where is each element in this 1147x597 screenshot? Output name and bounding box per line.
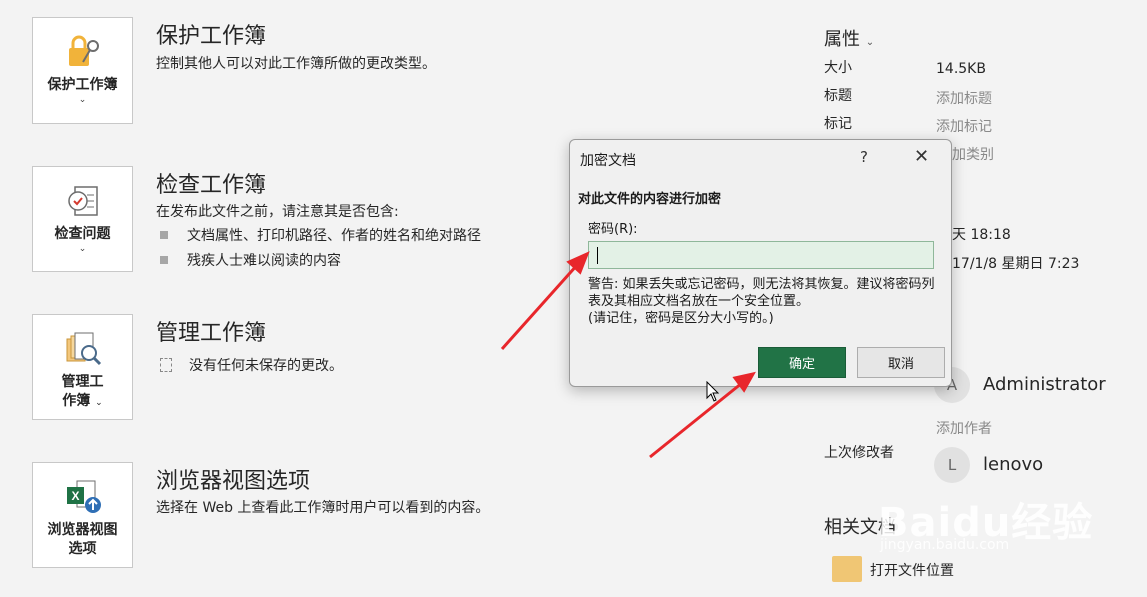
arrow-to-ok-button [649,381,743,459]
annotation-arrows [500,251,756,459]
arrow-to-password-field [500,263,580,350]
